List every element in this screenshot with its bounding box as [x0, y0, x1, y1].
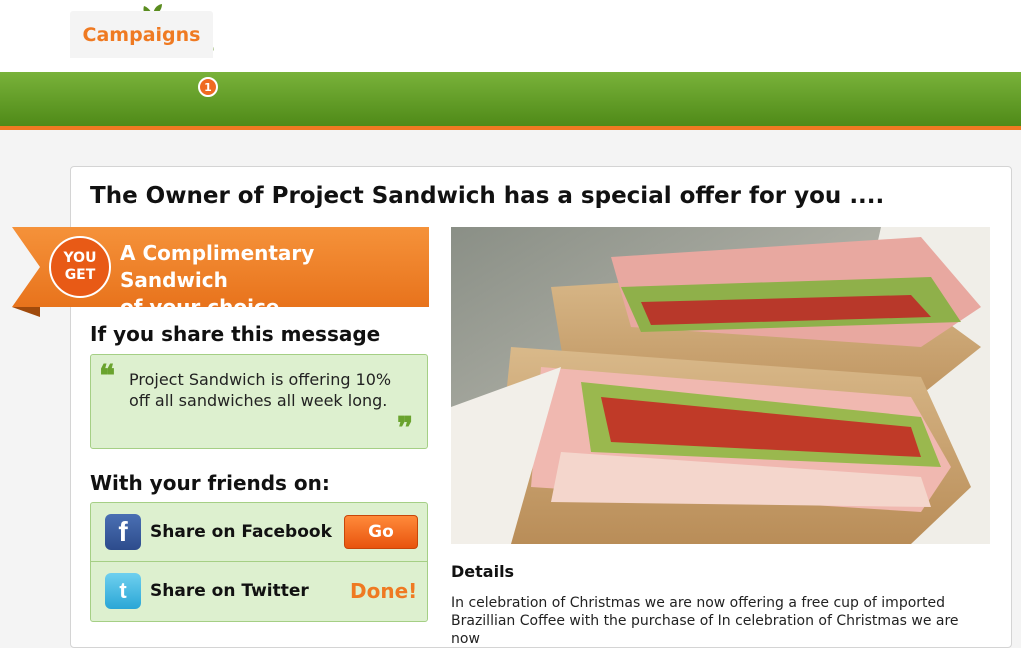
open-quote-icon: ❝ [99, 359, 116, 394]
sandwich-photo [451, 227, 990, 544]
details-text: In celebration of Christmas we are now o… [451, 595, 959, 647]
you-get-line1: YOU [63, 250, 97, 266]
tab-team[interactable]: Team [250, 11, 340, 54]
reward-line2: of your choice [120, 295, 280, 319]
close-quote-icon: ❞ [397, 411, 414, 446]
main-nav [0, 72, 1021, 130]
twitter-icon: t [105, 573, 141, 609]
share-message-title: If you share this message [90, 322, 381, 346]
tab-campaigns[interactable]: Campaigns [70, 11, 213, 58]
share-twitter-label: Share on Twitter [150, 581, 309, 601]
reward-line1: A Complimentary Sandwich [120, 241, 315, 292]
tab-team-label: Team [267, 21, 323, 44]
share-facebook-label: Share on Facebook [150, 522, 332, 542]
you-get-line2: GET [64, 267, 96, 283]
facebook-icon: f [105, 514, 141, 550]
share-facebook-row: f Share on Facebook Go [91, 503, 427, 562]
notification-badge: 1 [198, 77, 218, 97]
share-message-box: ❝ Project Sandwich is offering 10% off a… [90, 354, 428, 449]
facebook-go-button[interactable]: Go [344, 515, 418, 549]
tab-campaigns-label: Campaigns [82, 23, 201, 46]
details-title: Details [451, 562, 515, 581]
friends-title: With your friends on: [90, 471, 330, 495]
sandwich-image [451, 227, 990, 544]
share-twitter-row: t Share on Twitter Done! [91, 562, 427, 620]
reward-text: A Complimentary Sandwich of your choice [120, 240, 420, 321]
share-message-text: Project Sandwich is offering 10% off all… [129, 370, 392, 410]
page-title: The Owner of Project Sandwich has a spec… [90, 183, 885, 209]
you-get-badge: YOU GET [49, 236, 111, 298]
share-options: f Share on Facebook Go t Share on Twitte… [90, 502, 428, 622]
twitter-done-status: Done! [350, 579, 418, 603]
ribbon-fold [12, 307, 40, 317]
